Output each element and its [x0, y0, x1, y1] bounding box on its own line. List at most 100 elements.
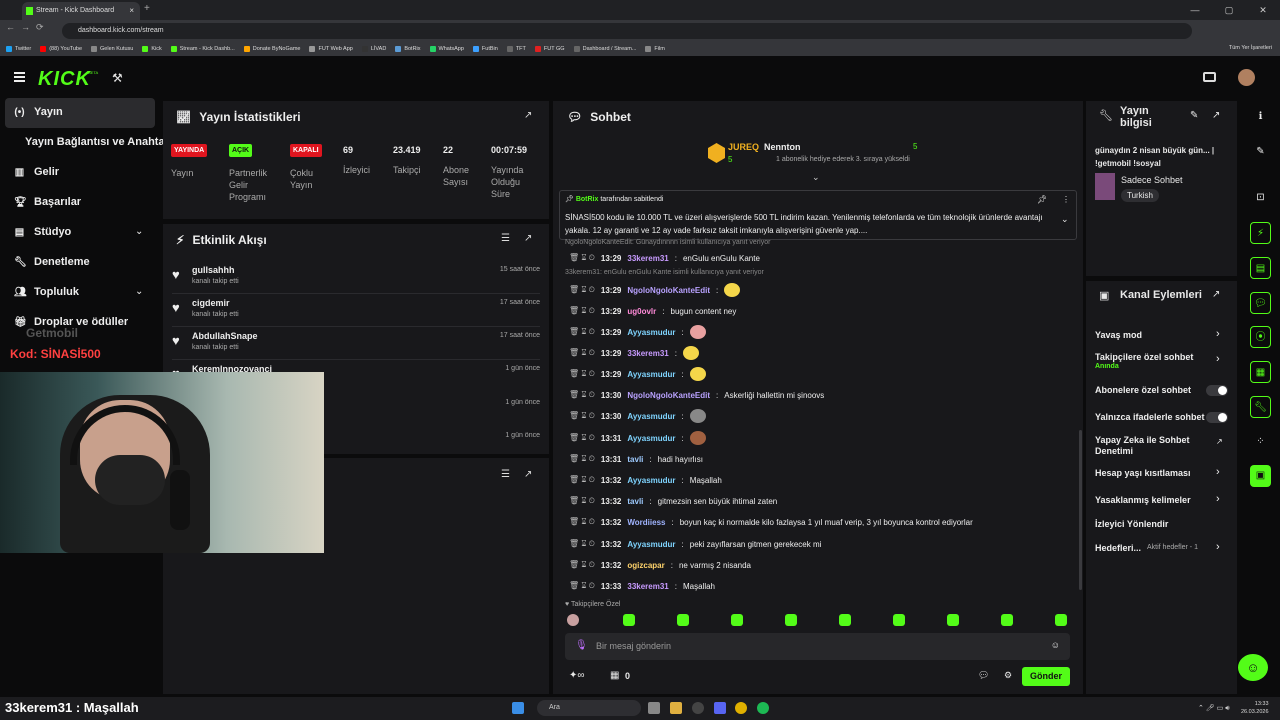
message-username[interactable]: 33kerem31: [627, 254, 668, 263]
emote-icon[interactable]: [677, 614, 689, 626]
emote-icon[interactable]: [785, 614, 797, 626]
message-username[interactable]: NgoloNgoloKanteEdit: [627, 391, 710, 400]
moderation-icons[interactable]: 🗑︎ ⌛︎ ⏲︎: [569, 517, 595, 527]
chevron-right-icon[interactable]: ›: [1216, 541, 1220, 553]
message-username[interactable]: tavli: [627, 497, 643, 506]
filter-icon[interactable]: ☰: [501, 233, 510, 244]
moderation-icons[interactable]: 🗑︎ ⌛︎ ⏲︎: [569, 253, 595, 263]
browser-tab[interactable]: Stream - Kick Dashboard ×: [22, 2, 140, 20]
message-username[interactable]: NgoloNgoloKanteEdit: [627, 286, 710, 295]
moderation-icons[interactable]: 🗑︎ ⌛︎ ⏲︎: [569, 560, 595, 570]
popout-icon[interactable]: ↗: [524, 469, 532, 480]
help-icon[interactable]: ☺: [1238, 654, 1268, 681]
category-name[interactable]: Sadece Sohbet: [1121, 175, 1183, 185]
moderation-icons[interactable]: 🗑︎ ⌛︎ ⏲︎: [569, 285, 595, 295]
window-close-icon[interactable]: ✕: [1246, 0, 1280, 20]
channel-action[interactable]: Yavaş mod: [1095, 330, 1142, 340]
layout-icon[interactable]: ▦: [1250, 361, 1271, 383]
emote-icon[interactable]: [689, 367, 706, 381]
message-username[interactable]: Ayyasmudur: [627, 328, 675, 337]
sidebar-item-studyo[interactable]: ▤ Stüdyo: [14, 226, 72, 238]
crop-icon[interactable]: ⊡: [1250, 187, 1271, 209]
moderation-icons[interactable]: 🗑︎ ⌛︎ ⏲︎: [569, 475, 595, 485]
taskview-icon[interactable]: [648, 702, 660, 714]
channel-action[interactable]: Yapay Zeka ile Sohbet Denetimi: [1095, 435, 1195, 457]
bookmark-item[interactable]: LİVAD: [361, 46, 386, 52]
sidebar-item-basarilar[interactable]: 🏆︎ Başarılar: [14, 196, 81, 208]
moderation-icons[interactable]: 🗑︎ ⌛︎ ⏲︎: [569, 454, 595, 464]
sidebar-item-topluluk[interactable]: 👥︎ Topluluk: [14, 286, 79, 298]
emote-icon[interactable]: [724, 283, 741, 297]
emote-icon[interactable]: [689, 431, 706, 445]
info-icon[interactable]: ℹ: [1250, 106, 1271, 128]
channel-action[interactable]: Hedefleri...: [1095, 543, 1141, 553]
feed-username[interactable]: cigdemir: [192, 298, 230, 308]
broadcast-icon[interactable]: ⦿: [1250, 326, 1271, 348]
message-username[interactable]: Ayyasmudur: [627, 370, 675, 379]
sub-gifter-name[interactable]: Nennton: [764, 142, 801, 152]
gear-icon[interactable]: ⚙: [1004, 670, 1012, 681]
emote-icon[interactable]: [731, 614, 743, 626]
maximize-icon[interactable]: ▢: [1212, 0, 1246, 20]
address-bar[interactable]: dashboard.kick.com/stream: [62, 23, 1192, 39]
edit-icon[interactable]: ✎: [1190, 110, 1198, 121]
menu-icon[interactable]: [14, 72, 25, 84]
channel-action[interactable]: Yasaklanmış kelimeler: [1095, 495, 1191, 505]
start-icon[interactable]: [512, 702, 524, 714]
message-username[interactable]: Ayyasmudur: [627, 540, 675, 549]
emote-icon[interactable]: [689, 325, 706, 339]
emote-icon[interactable]: [1055, 614, 1067, 626]
bookmark-item[interactable]: TFT: [506, 46, 526, 52]
moderation-icons[interactable]: 🗑︎ ⌛︎ ⏲︎: [569, 581, 595, 591]
send-button[interactable]: Gönder: [1022, 667, 1070, 686]
bookmark-item[interactable]: FUT Web App: [309, 46, 353, 52]
close-tab-icon[interactable]: ×: [129, 2, 134, 20]
discord-icon[interactable]: [714, 702, 726, 714]
pinned-by[interactable]: BotRix: [576, 196, 599, 203]
message-username[interactable]: 33kerem31: [627, 582, 668, 591]
chat-settings-bubble-icon[interactable]: 💬︎: [978, 670, 989, 681]
feed-username[interactable]: gullsahhh: [192, 265, 235, 275]
channel-action[interactable]: İzleyici Yönlendir: [1095, 519, 1168, 529]
message-username[interactable]: Ayyasmudur: [627, 412, 675, 421]
obs-icon[interactable]: [692, 702, 704, 714]
message-username[interactable]: Ayyasmudur: [627, 476, 675, 485]
chevron-right-icon[interactable]: ›: [1216, 353, 1220, 365]
channel-action[interactable]: Yalnızca ifadelerle sohbet: [1095, 412, 1205, 422]
expand-icon[interactable]: ⌄: [812, 172, 820, 183]
bookmark-item[interactable]: Stream - Kick Dashb...: [170, 46, 235, 52]
clock[interactable]: 13:33 26.03.2026: [1241, 700, 1269, 716]
store-icon[interactable]: ▦: [610, 670, 619, 681]
message-username[interactable]: ug0ovlr: [627, 307, 656, 316]
chevron-right-icon[interactable]: ›: [1216, 328, 1220, 340]
sidebar-item-yayin[interactable]: (•) Yayın: [14, 106, 62, 118]
bookmark-item[interactable]: Gelen Kutusu: [91, 46, 133, 52]
message-username[interactable]: 33kerem31: [627, 349, 668, 358]
bolt-icon[interactable]: ⚡︎: [1250, 222, 1271, 244]
all-bookmarks[interactable]: Tüm Yer İşaretleri: [1229, 45, 1272, 51]
emote-icon[interactable]: [893, 614, 905, 626]
taskbar-search[interactable]: Ara: [537, 700, 641, 716]
hammer-icon[interactable]: ⚒: [112, 71, 123, 85]
bookmark-item[interactable]: Twitter: [6, 46, 31, 52]
nav-buttons[interactable]: ←→⟳: [6, 22, 50, 33]
layout-icon[interactable]: [1203, 72, 1216, 82]
feed-username[interactable]: AbdullahSnape: [192, 331, 258, 341]
message-username[interactable]: tavli: [627, 455, 643, 464]
more-icon[interactable]: ⋮: [1062, 195, 1070, 204]
chrome-icon[interactable]: [735, 702, 747, 714]
bookmark-item[interactable]: BotRix: [395, 46, 421, 52]
toggle-switch[interactable]: [1206, 412, 1228, 423]
moderation-icons[interactable]: 🗑︎ ⌛︎ ⏲︎: [569, 539, 595, 549]
bookmark-item[interactable]: (88) YouTube: [40, 46, 82, 52]
moderation-icons[interactable]: 🗑︎ ⌛︎ ⏲︎: [569, 390, 595, 400]
emote-icon[interactable]: [947, 614, 959, 626]
bookmark-item[interactable]: FutBin: [472, 46, 498, 52]
emote-icon[interactable]: [682, 346, 699, 360]
chat-input[interactable]: 🎙︎ Bir mesaj gönderin ☺: [565, 633, 1070, 660]
explorer-icon[interactable]: [670, 702, 682, 714]
emoji-icon[interactable]: ☺: [1051, 640, 1060, 650]
chevron-right-icon[interactable]: ›: [1216, 466, 1220, 478]
bookmark-item[interactable]: Kick: [142, 46, 162, 52]
chevron-down-icon[interactable]: ⌄: [135, 286, 143, 297]
